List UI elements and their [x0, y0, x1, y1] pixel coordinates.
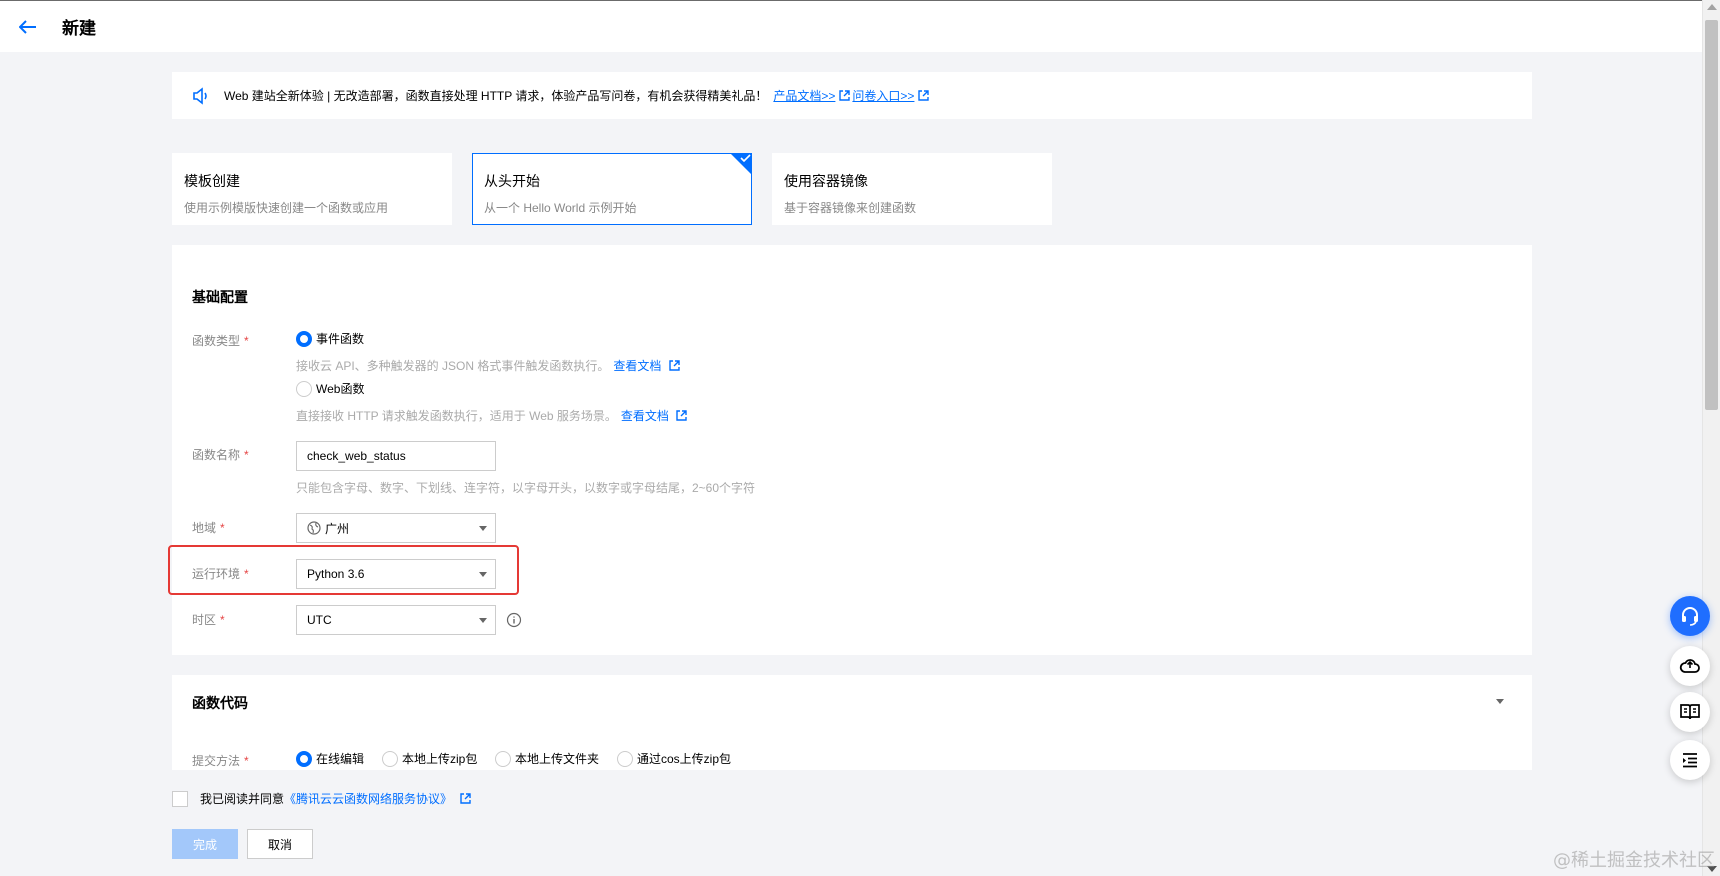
card-desc: 使用示例模版快速创建一个函数或应用 — [184, 201, 389, 215]
agreement-link[interactable]: 《腾讯云云函数网络服务协议》 — [284, 790, 452, 807]
cloud-button[interactable] — [1670, 646, 1710, 686]
card-from-scratch[interactable]: 从头开始 从一个 Hello World 示例开始 — [472, 153, 752, 225]
function-name-label: 函数名称 * — [192, 448, 249, 462]
region-select[interactable]: 广州 — [296, 513, 496, 543]
vertical-scrollbar[interactable] — [1702, 0, 1720, 876]
radio-label: 事件函数 — [316, 332, 365, 346]
radio-label: 本地上传zip包 — [402, 752, 478, 766]
radio-selected-icon — [296, 330, 312, 347]
card-title: 使用容器镜像 — [784, 173, 868, 189]
customer-service-button[interactable] — [1670, 596, 1710, 636]
external-link-icon — [839, 90, 851, 101]
function-name-help: 只能包含字母、数字、下划线、连字符，以字母开头，以数字或字母结尾，2~60个字符 — [296, 481, 756, 495]
card-title: 从头开始 — [484, 173, 540, 189]
globe-icon — [307, 521, 321, 535]
back-arrow-icon[interactable] — [16, 15, 40, 39]
notice-banner: Web 建站全新体验 | 无改造部署，函数直接处理 HTTP 请求，体验产品写问… — [172, 72, 1532, 119]
radio-event-function[interactable]: 事件函数 — [296, 330, 364, 347]
outline-button[interactable] — [1670, 740, 1710, 780]
card-container-image[interactable]: 使用容器镜像 基于容器镜像来创建函数 — [772, 153, 1052, 225]
radio-unselected-icon — [382, 750, 398, 767]
event-function-help: 接收云 API、多种触发器的 JSON 格式事件触发函数执行。 查看文档 — [296, 357, 680, 374]
chevron-down-icon — [479, 618, 487, 623]
speaker-icon — [192, 86, 210, 105]
radio-unselected-icon — [617, 750, 633, 767]
radio-unselected-icon — [296, 380, 312, 397]
agreement-row: 我已阅读并同意 《腾讯云云函数网络服务协议》 — [172, 790, 471, 807]
submit-method-label: 提交方法 * — [192, 754, 249, 768]
card-desc: 从一个 Hello World 示例开始 — [484, 201, 637, 215]
external-link-icon — [669, 360, 680, 371]
scroll-thumb[interactable] — [1705, 20, 1718, 410]
radio-unselected-icon — [495, 750, 511, 767]
function-code-panel: 函数代码 提交方法 * 在线编辑 本地上传zip包 本地上传文件夹 通过cos上传… — [172, 675, 1532, 770]
region-label: 地域 * — [192, 521, 225, 535]
function-name-input[interactable]: check_web_status — [296, 441, 496, 471]
view-docs-link[interactable]: 查看文档 — [621, 409, 669, 423]
agreement-checkbox[interactable] — [172, 790, 188, 807]
radio-web-function[interactable]: Web函数 — [296, 380, 364, 397]
docs-book-button[interactable] — [1670, 692, 1710, 732]
survey-link[interactable]: 问卷入口>> — [852, 87, 914, 104]
view-docs-link[interactable]: 查看文档 — [613, 359, 661, 373]
radio-cos-upload[interactable]: 通过cos上传zip包 — [617, 750, 731, 767]
card-title: 模板创建 — [184, 173, 240, 189]
selected-check-icon — [730, 153, 752, 175]
finish-button[interactable]: 完成 — [172, 829, 238, 859]
card-template-create[interactable]: 模板创建 使用示例模版快速创建一个函数或应用 — [172, 153, 452, 225]
section-title-basic: 基础配置 — [192, 289, 248, 305]
book-icon — [1680, 704, 1700, 720]
notice-text: Web 建站全新体验 | 无改造部署，函数直接处理 HTTP 请求，体验产品写问… — [224, 89, 768, 103]
external-link-icon — [918, 90, 930, 101]
collapse-chevron-icon[interactable] — [1496, 699, 1504, 704]
page-header: 新建 — [0, 0, 1702, 52]
watermark: @稀土掘金技术社区 — [1553, 850, 1715, 871]
radio-label: 本地上传文件夹 — [515, 752, 600, 766]
list-indent-icon — [1683, 753, 1697, 768]
product-docs-link[interactable]: 产品文档>> — [773, 87, 835, 104]
external-link-icon — [676, 410, 687, 421]
radio-upload-folder[interactable]: 本地上传文件夹 — [495, 750, 599, 767]
timezone-label: 时区 * — [192, 613, 225, 627]
info-icon[interactable] — [506, 612, 522, 628]
page-title: 新建 — [62, 19, 96, 38]
runtime-highlight-box — [168, 545, 519, 595]
radio-label: 在线编辑 — [316, 752, 365, 766]
external-link-icon — [460, 793, 471, 804]
cloud-icon — [1679, 659, 1700, 673]
radio-selected-icon — [296, 750, 312, 767]
web-function-help: 直接接收 HTTP 请求触发函数执行，适用于 Web 服务场景。 查看文档 — [296, 407, 687, 424]
scroll-up-icon[interactable] — [1707, 4, 1717, 10]
chevron-down-icon — [479, 526, 487, 531]
card-desc: 基于容器镜像来创建函数 — [784, 201, 917, 215]
headset-icon — [1682, 607, 1698, 626]
function-type-label: 函数类型 * — [192, 334, 249, 348]
section-title-code: 函数代码 — [192, 695, 248, 711]
radio-upload-zip[interactable]: 本地上传zip包 — [382, 750, 477, 767]
cancel-button[interactable]: 取消 — [247, 829, 313, 859]
agreement-text: 我已阅读并同意 — [200, 792, 285, 806]
radio-label: Web函数 — [316, 382, 365, 396]
radio-online-edit[interactable]: 在线编辑 — [296, 750, 364, 767]
timezone-select[interactable]: UTC — [296, 605, 496, 635]
radio-label: 通过cos上传zip包 — [637, 752, 732, 766]
